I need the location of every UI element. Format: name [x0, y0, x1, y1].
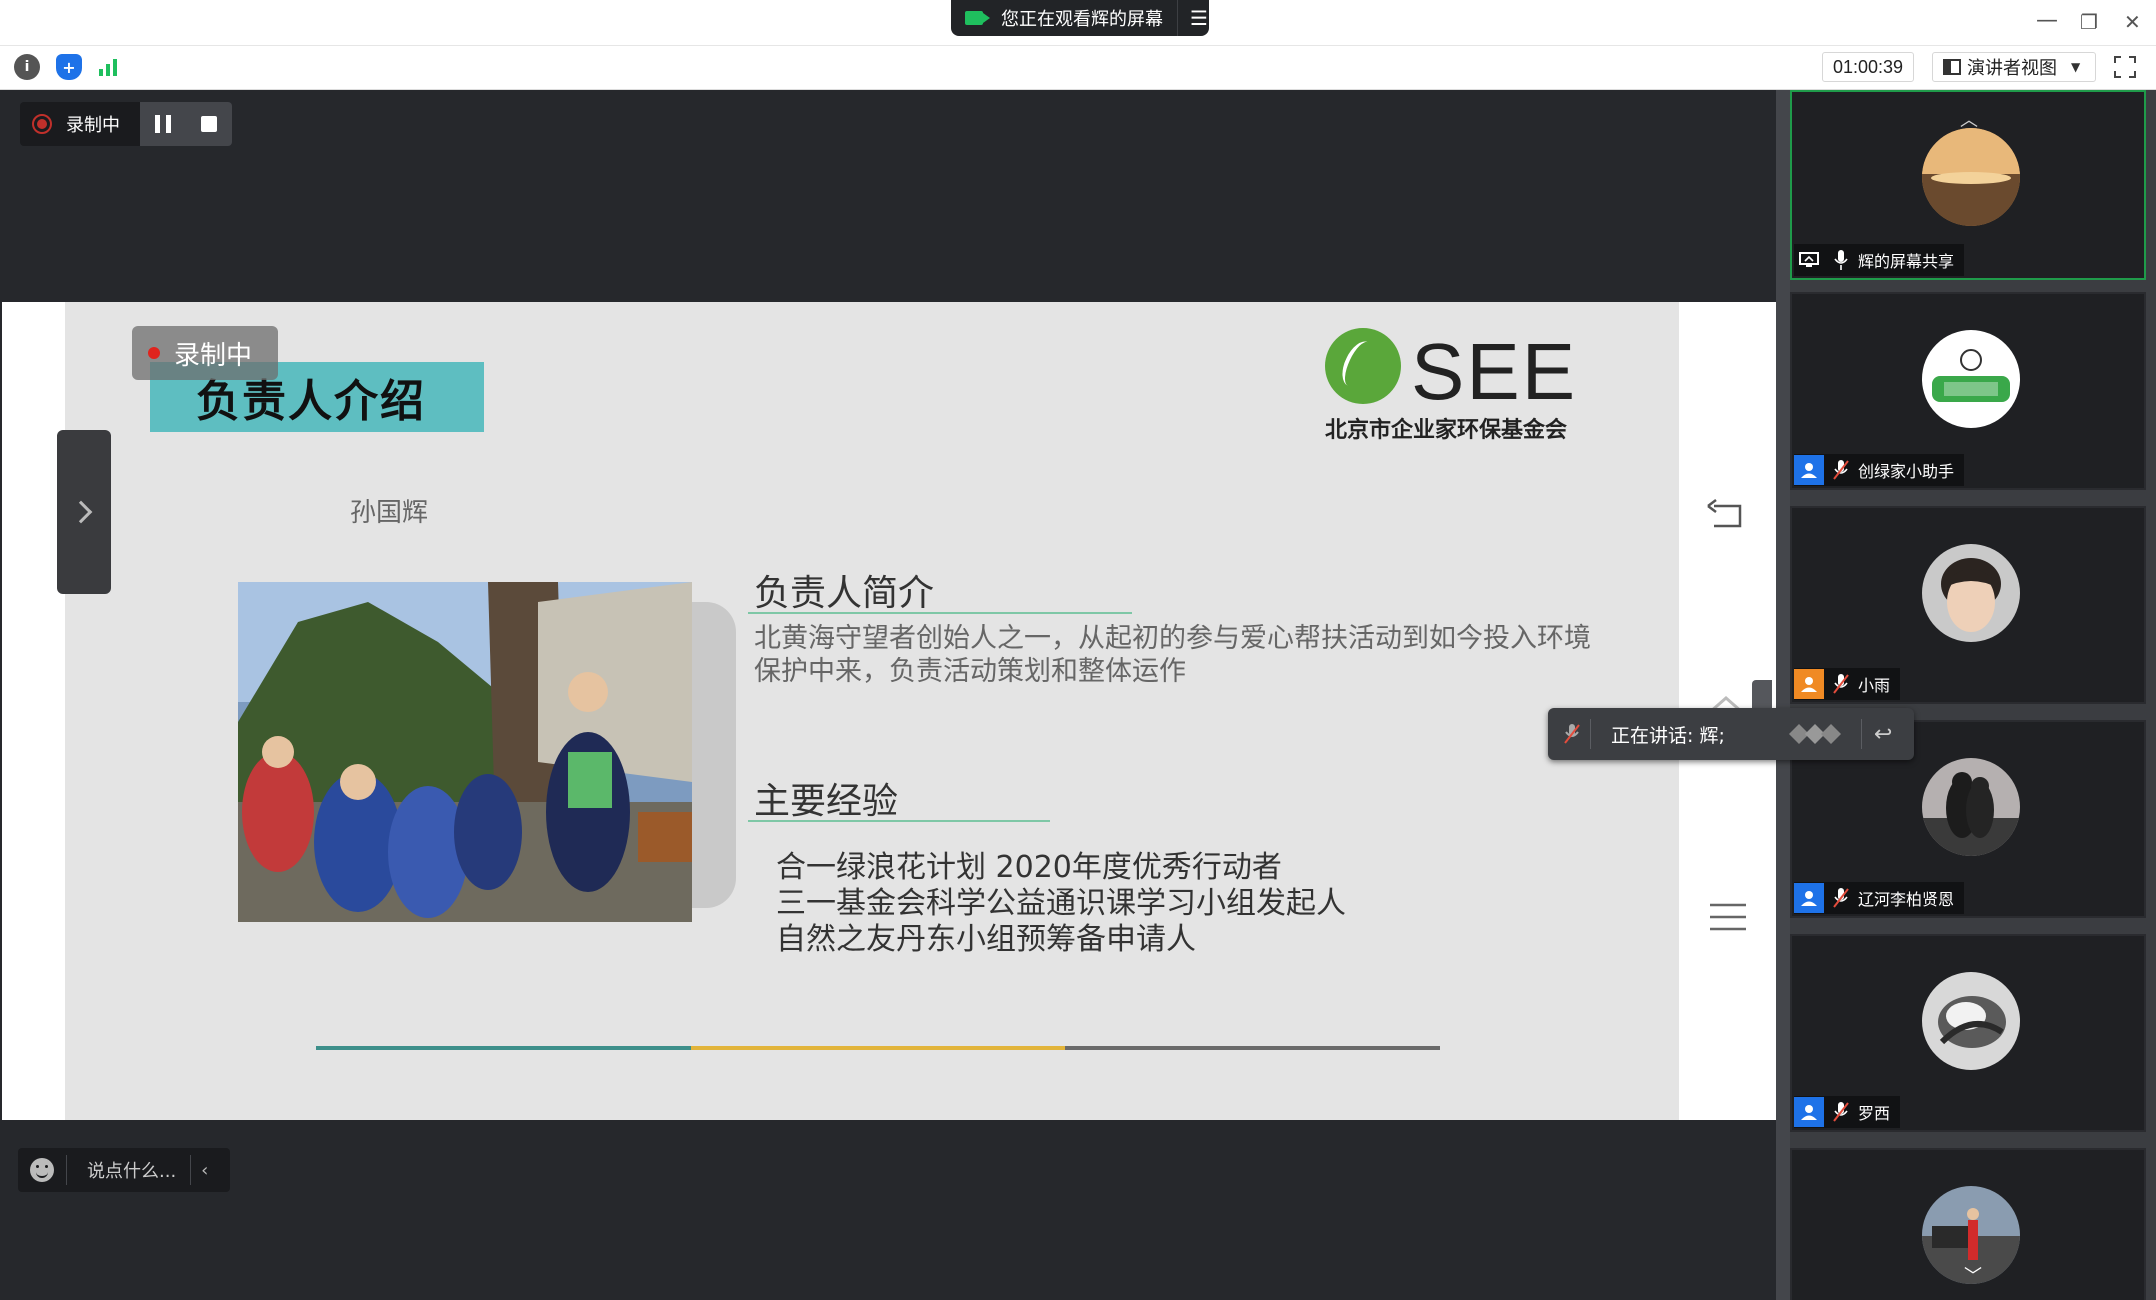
mic-muted-icon: [1828, 1097, 1854, 1127]
heading-underline: [748, 612, 1132, 614]
speaker-avatars-icon: [1788, 724, 1841, 744]
mic-muted-icon: [1828, 883, 1854, 913]
avatar: [1922, 544, 2020, 642]
logo-subtitle: 北京市企业家环保基金会: [1325, 418, 1568, 443]
share-status-text: 您正在观看辉的屏幕: [1001, 9, 1163, 30]
pause-recording-button[interactable]: [155, 115, 171, 133]
info-icon[interactable]: i: [14, 54, 40, 80]
record-dot-icon: [148, 347, 160, 359]
recording-controls: 录制中: [20, 102, 232, 146]
logo-text: SEE: [1411, 327, 1578, 416]
mic-muted-icon: [1828, 455, 1854, 485]
screen-share-icon: [1794, 245, 1824, 275]
meeting-toolbar: i + 01:00:39 演讲者视图 ▼: [0, 46, 2156, 90]
progress-segment: [316, 1046, 691, 1050]
slide-recording-overlay: 录制中: [132, 326, 278, 380]
signal-icon[interactable]: [96, 54, 122, 80]
user-icon: [1794, 1097, 1824, 1127]
restore-button[interactable]: ❐: [2080, 10, 2098, 34]
participant-tile[interactable]: 罗西: [1790, 934, 2146, 1132]
heading-underline: [748, 820, 1050, 822]
photo-shadow: [692, 602, 736, 908]
menu-icon[interactable]: ☰: [1190, 6, 1208, 30]
profile-description: 北黄海守望者创始人之一，从起初的参与爱心帮扶活动到如今投入环境保护中来，负责活动…: [754, 623, 1591, 687]
divider: [190, 1155, 192, 1185]
slide-recording-label: 录制中: [174, 340, 253, 371]
section-heading-profile: 负责人简介: [754, 573, 935, 614]
participant-name: 小雨: [1858, 676, 1891, 695]
collapse-chat-icon[interactable]: ‹: [201, 1160, 208, 1181]
see-foundation-logo: SEE 北京市企业家环保基金会: [1325, 324, 1585, 444]
participant-nameplate: 辽河李柏贤恩: [1794, 882, 1965, 914]
activity-photo: [238, 582, 692, 922]
participant-nameplate: 罗西: [1794, 1096, 1901, 1128]
video-camera-icon: [965, 11, 990, 25]
emoji-icon[interactable]: [30, 1158, 54, 1182]
recording-label: 录制中: [66, 115, 120, 136]
participant-name: 罗西: [1858, 1104, 1891, 1123]
slide-menu-icon[interactable]: [1708, 902, 1748, 932]
participant-nameplate: 辉的屏幕共享: [1794, 244, 1965, 276]
mic-on-icon: [1828, 245, 1854, 275]
author-name: 孙国辉: [350, 498, 429, 528]
avatar: [1922, 972, 2020, 1070]
chevron-down-icon: ▼: [2071, 60, 2081, 74]
next-slide-button[interactable]: [57, 430, 111, 594]
user-icon: [1794, 883, 1824, 913]
chevron-right-icon: [69, 500, 93, 524]
divider: [1860, 719, 1862, 749]
divider: [1590, 719, 1591, 749]
mic-muted-icon: [1554, 708, 1590, 760]
participant-name: 辉的屏幕共享: [1858, 252, 1955, 271]
participant-tile[interactable]: 创绿家小助手: [1790, 292, 2146, 490]
avatar: [1922, 330, 2020, 428]
participant-nameplate: 创绿家小助手: [1794, 454, 1965, 486]
section-heading-experience: 主要经验: [754, 781, 899, 822]
presentation-slide: 录制中 负责人介绍 SEE 北京市企业家环保基金会 孙国辉 负责人简介 北黄海守…: [2, 302, 1776, 1120]
user-icon: [1794, 669, 1824, 699]
meeting-timer: 01:00:39: [1822, 52, 1914, 82]
minimize-button[interactable]: —: [2036, 8, 2058, 33]
mic-muted-icon: [1828, 669, 1854, 699]
shield-icon[interactable]: +: [56, 54, 82, 80]
participant-name: 辽河李柏贤恩: [1858, 890, 1955, 909]
avatar: [1922, 128, 2020, 226]
participant-nameplate: 小雨: [1794, 668, 1901, 700]
experience-item: 合一绿浪花计划 2020年度优秀行动者: [776, 850, 1282, 885]
window-title-bar: 您正在观看辉的屏幕 ☰ — ❐ ✕: [0, 0, 2156, 46]
divider: [1177, 0, 1178, 36]
participant-tile[interactable]: 小雨: [1790, 506, 2146, 704]
participant-name: 创绿家小助手: [1858, 462, 1955, 481]
experience-item: 自然之友丹东小组预筹备申请人: [776, 922, 1196, 957]
chevron-up-icon[interactable]: ︿: [1960, 106, 1978, 132]
divider: [66, 1155, 67, 1185]
recording-status: 录制中: [20, 102, 140, 146]
chat-input-placeholder[interactable]: 说点什么...: [87, 1157, 176, 1183]
user-icon: [1794, 455, 1824, 485]
back-icon[interactable]: [1706, 498, 1746, 532]
experience-item: 三一基金会科学公益通识课学习小组发起人: [776, 886, 1346, 921]
leaf-logo-icon: [1325, 328, 1401, 404]
experience-list: 合一绿浪花计划 2020年度优秀行动者 三一基金会科学公益通识课学习小组发起人 …: [776, 850, 1346, 958]
progress-segment: [690, 1046, 1066, 1050]
stop-recording-button[interactable]: [201, 116, 217, 132]
chevron-down-icon[interactable]: ﹀: [1964, 1262, 1982, 1288]
view-mode-label: 演讲者视图: [1967, 58, 2057, 79]
record-icon: [32, 114, 52, 134]
recording-buttons: [140, 102, 232, 146]
active-speaker-indicator: 正在讲话: 辉; ↩: [1548, 708, 1914, 760]
view-mode-dropdown[interactable]: 演讲者视图 ▼: [1932, 52, 2096, 82]
avatar: [1922, 758, 2020, 856]
close-button[interactable]: ✕: [2124, 10, 2141, 34]
fullscreen-icon[interactable]: [2114, 56, 2136, 78]
speaker-view-icon: [1943, 59, 1961, 75]
slide-progress-bar: [316, 1046, 1441, 1050]
screen-share-indicator[interactable]: 您正在观看辉的屏幕 ☰: [951, 0, 1209, 36]
sidebar-scrollbar[interactable]: [1776, 90, 1790, 1300]
speaking-label: 正在讲话: 辉;: [1611, 724, 1725, 747]
progress-segment: [1065, 1046, 1441, 1050]
reply-icon[interactable]: ↩: [1874, 722, 1892, 747]
chat-input-bar[interactable]: 说点什么... ‹: [18, 1148, 230, 1192]
